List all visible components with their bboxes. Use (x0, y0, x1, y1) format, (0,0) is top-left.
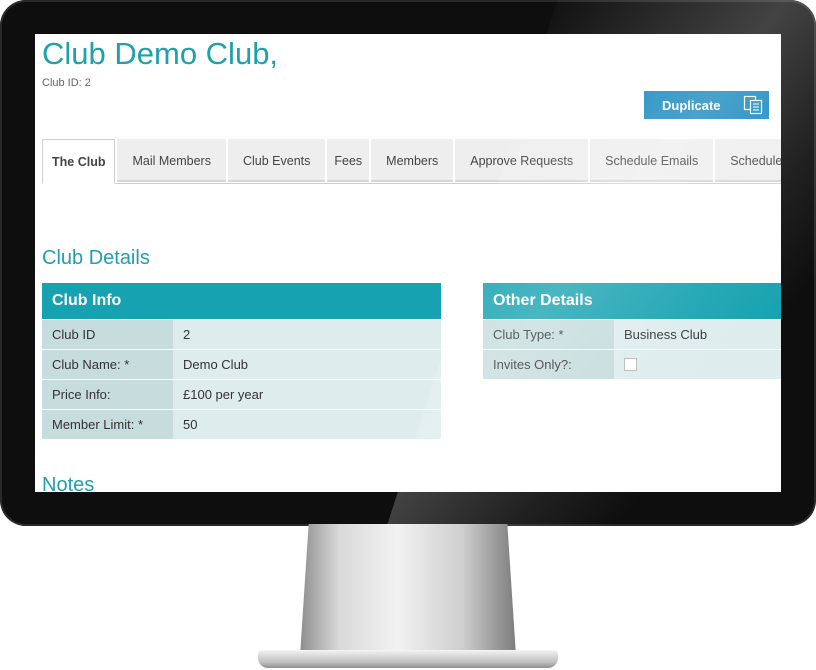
field-label: Member Limit: * (42, 410, 173, 439)
tab-the-club[interactable]: The Club (42, 139, 116, 184)
member-limit-value[interactable]: 50 (173, 410, 441, 439)
monitor-stand-neck (300, 524, 516, 656)
field-label: Price Info: (42, 380, 173, 409)
table-row: Price Info: £100 per year (42, 380, 441, 409)
price-info-value[interactable]: £100 per year (173, 380, 441, 409)
tab-schedule-task[interactable]: Schedule Task (715, 139, 781, 182)
tab-schedule-emails[interactable]: Schedule Emails (590, 139, 714, 182)
club-id-value: 2 (173, 320, 441, 349)
table-row: Member Limit: * 50 (42, 410, 441, 439)
table-row: Invites Only?: (483, 350, 781, 379)
monitor-bezel: Club Demo Club, Club ID: 2 Duplicate The… (0, 0, 816, 526)
tab-fees[interactable]: Fees (327, 139, 370, 182)
tab-members[interactable]: Members (371, 139, 454, 182)
invites-only-cell (614, 350, 781, 379)
tab-club-events[interactable]: Club Events (227, 139, 326, 182)
club-name-value[interactable]: Demo Club (173, 350, 441, 379)
duplicate-icon (743, 95, 763, 115)
table-row: Club Type: * Business Club (483, 320, 781, 349)
tab-approve-requests[interactable]: Approve Requests (455, 139, 589, 182)
section-title-notes: Notes (42, 474, 95, 492)
screen: Club Demo Club, Club ID: 2 Duplicate The… (35, 34, 781, 492)
other-details-header: Other Details (483, 283, 781, 319)
tab-mail-members[interactable]: Mail Members (117, 139, 226, 182)
table-row: Club ID 2 (42, 320, 441, 349)
field-label: Club Name: * (42, 350, 173, 379)
duplicate-button[interactable]: Duplicate (644, 91, 769, 119)
club-info-header: Club Info (42, 283, 441, 319)
duplicate-button-label: Duplicate (662, 97, 721, 113)
club-id-subtitle: Club ID: 2 (42, 77, 91, 89)
table-row: Club Name: * Demo Club (42, 350, 441, 379)
field-label: Club Type: * (483, 320, 614, 349)
field-label: Club ID (42, 320, 173, 349)
monitor-stand-base (258, 650, 558, 668)
tab-bar: The Club Mail Members Club Events Fees M… (42, 139, 781, 184)
other-details-panel: Other Details Club Type: * Business Club… (483, 283, 781, 379)
field-label: Invites Only?: (483, 350, 614, 379)
page-title: Club Demo Club, (42, 36, 279, 71)
invites-only-checkbox[interactable] (624, 357, 637, 371)
section-title-club-details: Club Details (42, 247, 150, 269)
club-info-panel: Club Info Club ID 2 Club Name: * Demo Cl… (42, 283, 441, 439)
club-type-value[interactable]: Business Club (614, 320, 781, 349)
